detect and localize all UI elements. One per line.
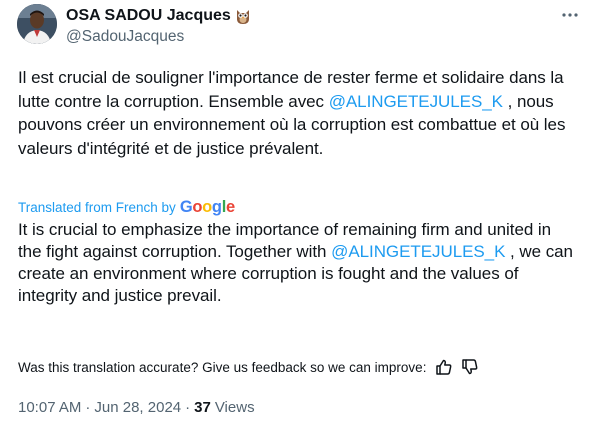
more-options-icon[interactable]	[560, 8, 580, 22]
tweet-date[interactable]: Jun 28, 2024	[94, 399, 181, 416]
google-logo: Google	[180, 198, 235, 217]
thumbs-down-icon[interactable]	[461, 358, 479, 376]
translation-attribution[interactable]: Translated from French by Google	[18, 196, 235, 218]
thumbs-up-icon[interactable]	[435, 358, 453, 376]
owl-emoji-icon	[235, 7, 251, 25]
author-name-row[interactable]: OSA SADOU Jacques	[66, 5, 251, 27]
mention-link[interactable]: @ALINGETEJULES_K	[331, 242, 505, 261]
google-logo-letter: g	[211, 197, 222, 216]
google-logo-letter: e	[226, 197, 235, 216]
avatar-image	[17, 4, 57, 44]
translated-from-label[interactable]: Translated from French by	[18, 200, 176, 215]
translation-feedback-row: Was this translation accurate? Give us f…	[18, 357, 479, 377]
tweet-translation-text: It is crucial to emphasize the importanc…	[18, 219, 578, 307]
google-logo-letter: G	[179, 197, 193, 216]
mention-link[interactable]: @ALINGETEJULES_K	[329, 92, 503, 111]
feedback-prompt: Was this translation accurate? Give us f…	[18, 359, 427, 375]
views-count: 37	[194, 398, 211, 416]
tweet-time[interactable]: 10:07 AM	[18, 399, 81, 416]
tweet-meta: 10:07 AM · Jun 28, 2024 · 37 Views	[18, 396, 255, 418]
google-logo-letter: o	[202, 197, 212, 216]
meta-separator: ·	[85, 398, 91, 416]
author-handle[interactable]: @SadouJacques	[66, 28, 184, 46]
avatar[interactable]	[17, 4, 57, 44]
views-label: Views	[214, 398, 255, 416]
author-display-name[interactable]: OSA SADOU Jacques	[66, 7, 231, 25]
google-logo-letter: o	[192, 197, 203, 216]
tweet-original-text: Il est crucial de souligner l'importance…	[18, 66, 578, 160]
meta-separator: ·	[185, 398, 191, 416]
tweet: OSA SADOU Jacques @SadouJacques Il est c…	[0, 0, 598, 429]
